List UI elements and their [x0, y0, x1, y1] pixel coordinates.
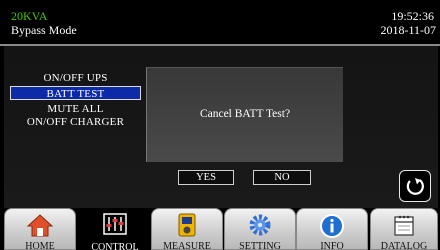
tab-info-label: INFO [320, 241, 344, 250]
menu-item-mute-all[interactable]: MUTE ALL [10, 102, 141, 116]
tab-control-label: CONTROL [91, 242, 139, 250]
tab-home-label: HOME [25, 241, 55, 250]
sliders-icon [103, 213, 127, 235]
tab-measure-label: MEASURE [163, 241, 211, 250]
tab-info[interactable]: INFO [296, 208, 368, 250]
menu-item-batt-test[interactable]: BATT TEST [10, 86, 141, 100]
tab-control[interactable]: CONTROL [79, 208, 151, 250]
info-icon [320, 214, 344, 238]
yes-button[interactable]: YES [178, 170, 234, 185]
clock-date: 2018-11-07 [380, 23, 436, 37]
dialog-message: Cancel BATT Test? [199, 108, 291, 120]
menu-item-on-off-charger[interactable]: ON/OFF CHARGER [10, 115, 141, 129]
back-button[interactable] [399, 170, 431, 202]
return-arrow-icon [406, 178, 424, 195]
tab-home[interactable]: HOME [4, 208, 76, 250]
tab-measure[interactable]: MEASURE [151, 208, 223, 250]
calendar-icon [394, 215, 414, 236]
menu-item-on-off-ups[interactable]: ON/OFF UPS [10, 71, 141, 85]
status-header: 20KVA Bypass Mode 19:52:36 2018-11-07 [0, 0, 440, 44]
bottom-nav: HOME CONTROL MEASURE SETTING INFO DATALO… [0, 208, 440, 250]
home-icon [27, 214, 53, 237]
tab-datalog[interactable]: DATALOG [370, 208, 438, 250]
gear-icon [249, 214, 271, 236]
operating-mode-label: Bypass Mode [11, 23, 77, 37]
ups-control-screen: 20KVA Bypass Mode 19:52:36 2018-11-07 ON… [0, 0, 440, 250]
meter-icon [178, 213, 196, 237]
capacity-label: 20KVA [11, 9, 48, 23]
no-button[interactable]: NO [253, 170, 311, 185]
tab-setting[interactable]: SETTING [224, 208, 296, 250]
tab-datalog-label: DATALOG [380, 241, 428, 250]
tab-setting-label: SETTING [239, 241, 281, 250]
confirm-dialog: Cancel BATT Test? [146, 67, 343, 162]
clock-time: 19:52:36 [391, 9, 434, 23]
